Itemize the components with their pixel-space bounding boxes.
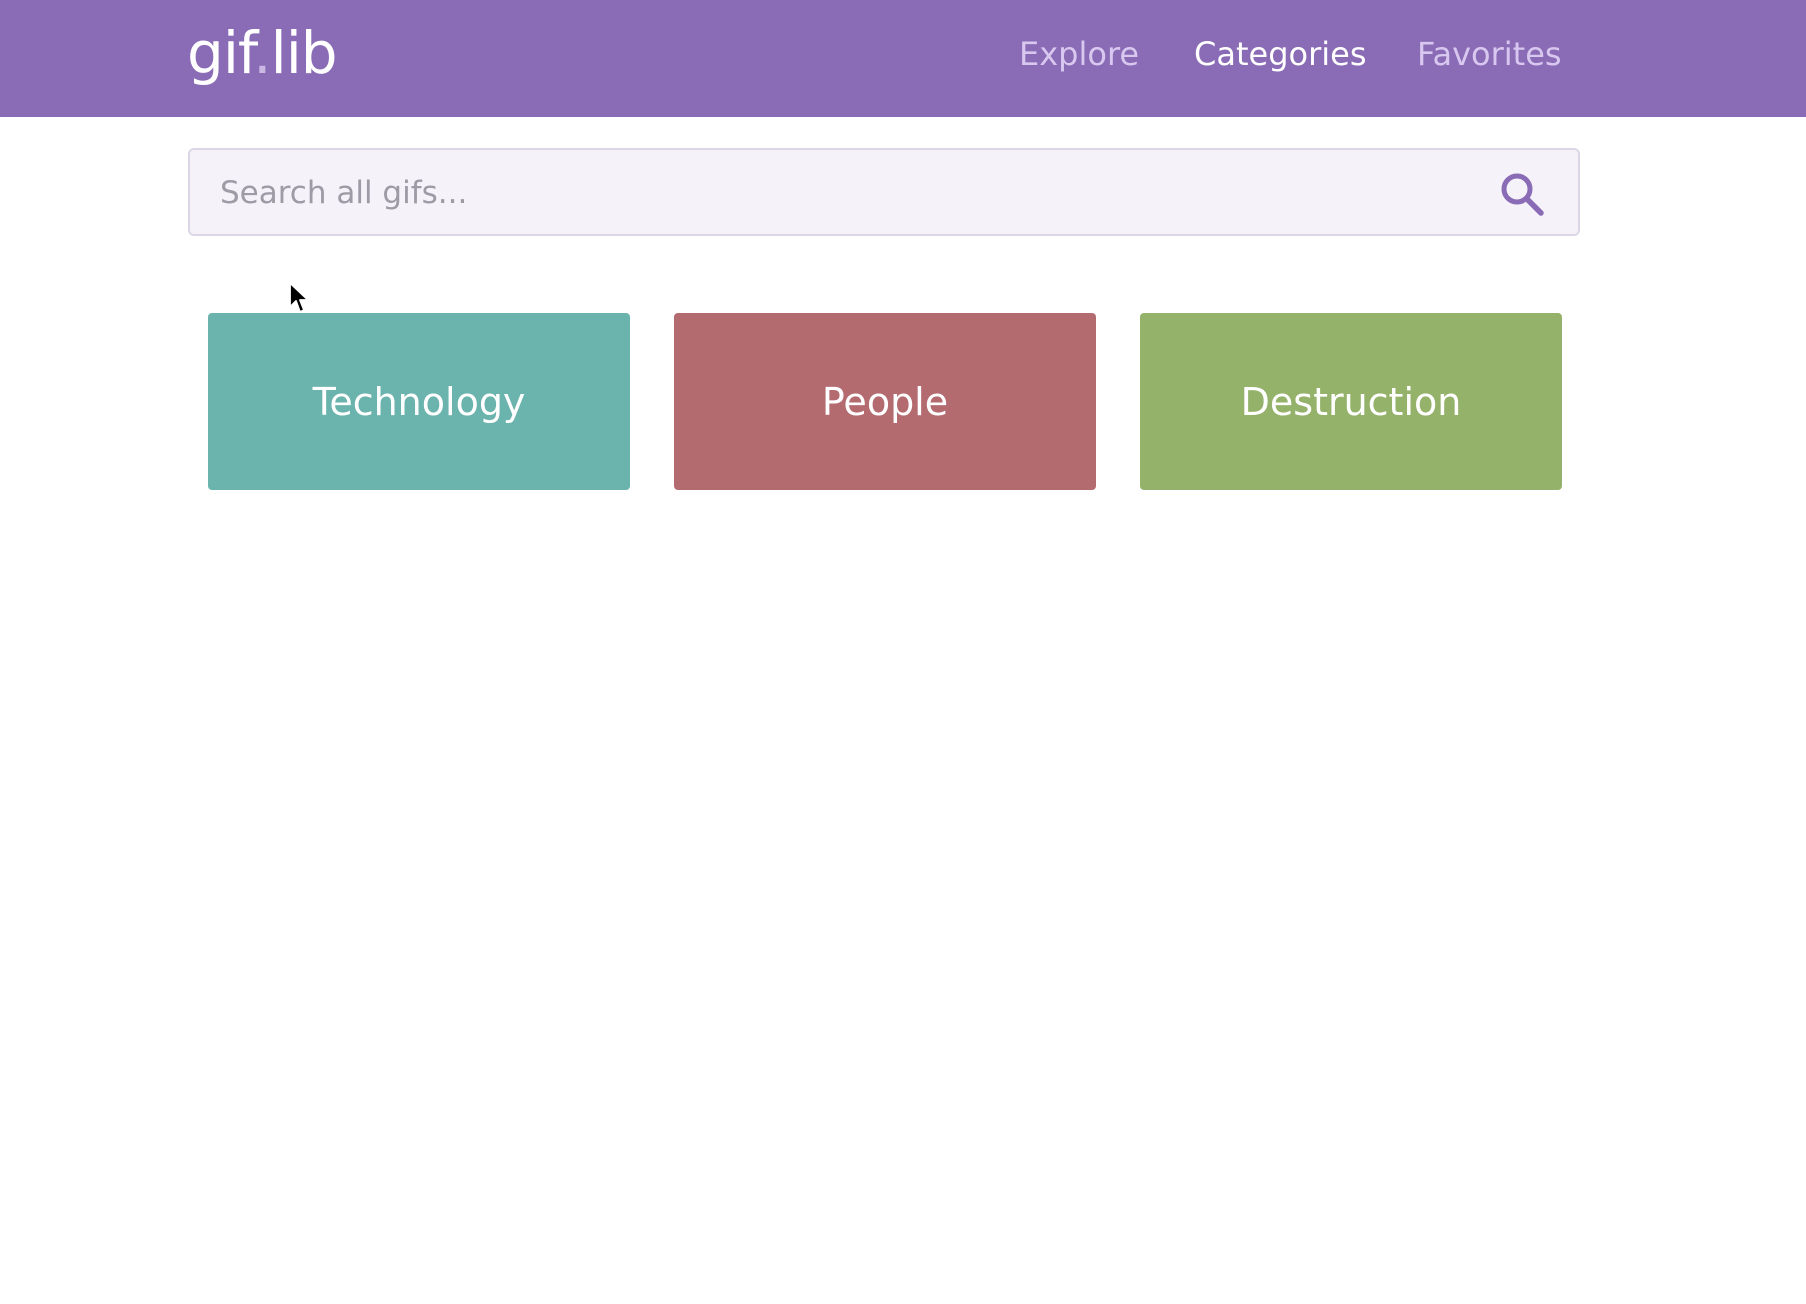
search-icon	[1501, 173, 1544, 216]
category-label: People	[821, 379, 949, 424]
search-bar	[188, 148, 1580, 236]
nav-favorites[interactable]: Favorites	[1417, 34, 1562, 74]
category-card-people[interactable]: People	[674, 313, 1096, 490]
logo[interactable]: gif.lib	[187, 18, 338, 88]
search-input[interactable]	[218, 150, 1462, 236]
nav-categories[interactable]: Categories	[1194, 34, 1366, 74]
search-button[interactable]	[1498, 170, 1546, 218]
category-label: Destruction	[1240, 379, 1462, 424]
logo-text-tail: lib	[270, 19, 338, 87]
nav-explore[interactable]: Explore	[1019, 34, 1139, 74]
category-label: Technology	[312, 379, 526, 424]
top-navbar: gif.lib Explore Categories Favorites	[0, 0, 1806, 117]
category-card-destruction[interactable]: Destruction	[1140, 313, 1562, 490]
logo-dot: .	[253, 19, 271, 87]
category-card-technology[interactable]: Technology	[208, 313, 630, 490]
mouse-cursor-icon	[289, 282, 309, 313]
logo-text-main: gif	[187, 19, 254, 87]
